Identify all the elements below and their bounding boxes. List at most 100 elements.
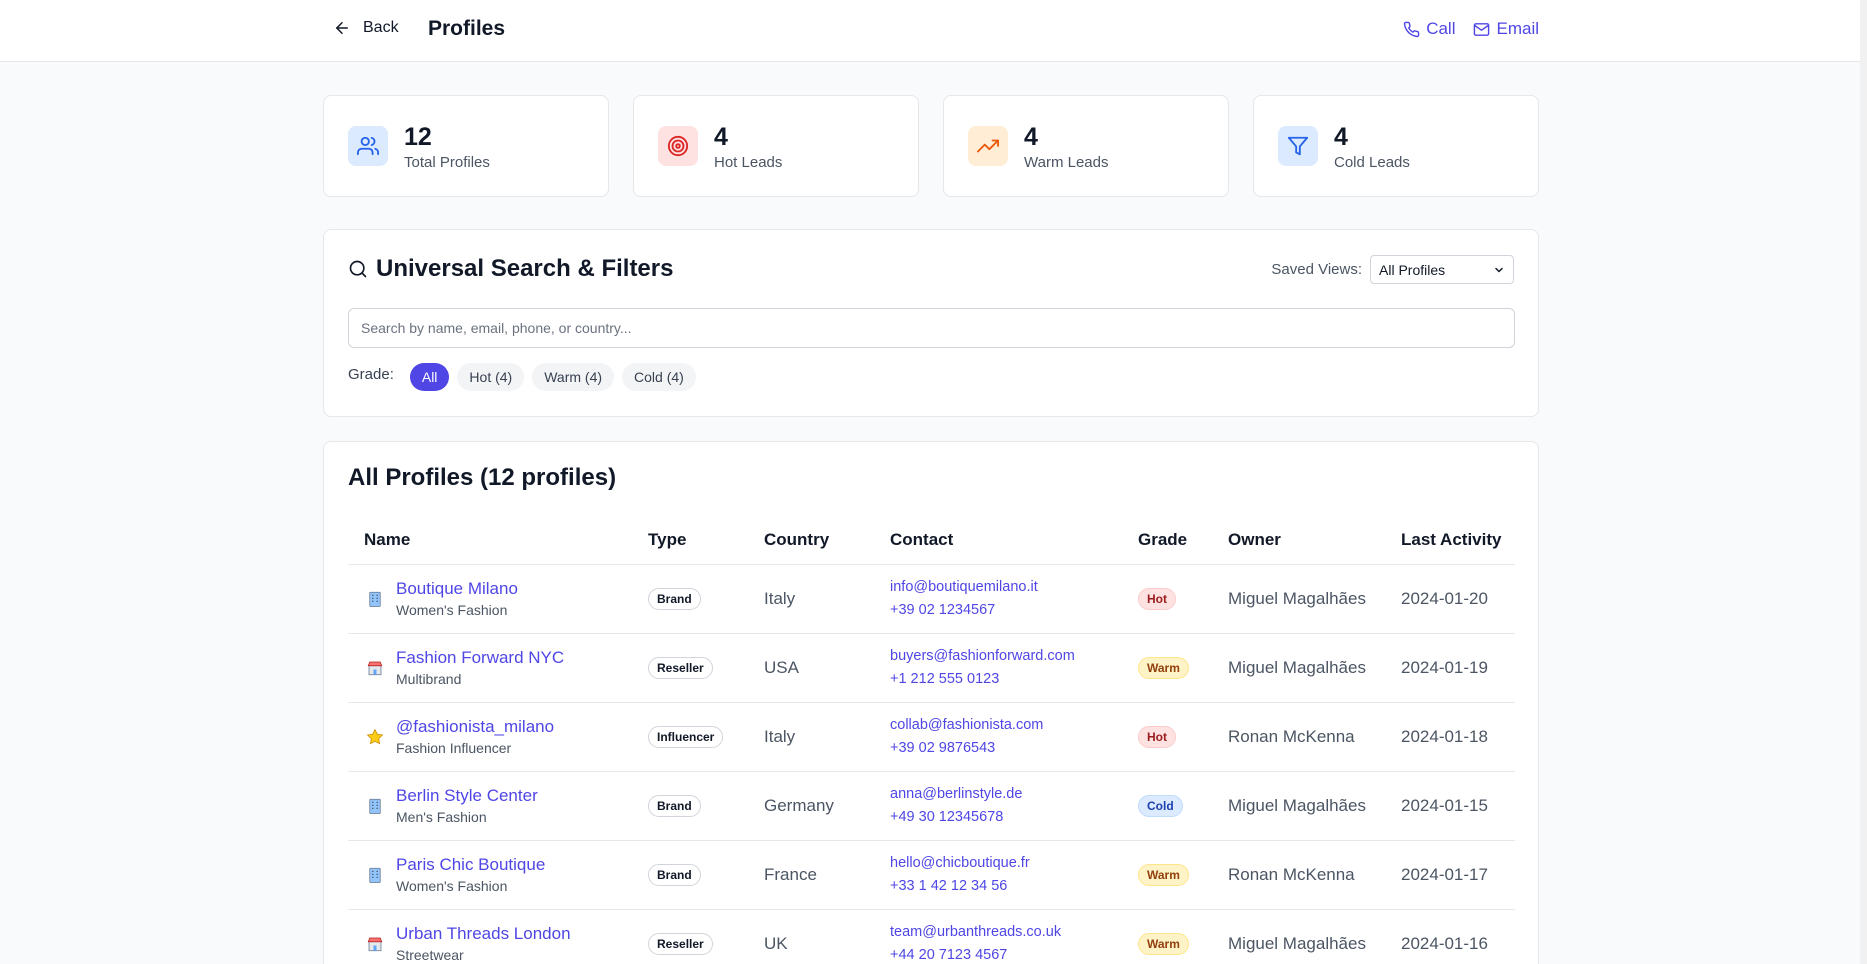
email-label: Email [1496, 19, 1539, 38]
contact-phone-link[interactable]: +39 02 9876543 [890, 737, 1122, 760]
table-row[interactable]: @fashionista_milano Fashion Influencer In… [348, 702, 1515, 772]
contact-email-link[interactable]: buyers@fashionforward.com [890, 645, 1122, 668]
owner-cell: Ronan McKenna [1212, 840, 1385, 910]
profile-category: Fashion Influencer [396, 739, 512, 756]
contact-phone-link[interactable]: +44 20 7123 4567 [890, 944, 1122, 964]
store-icon [364, 657, 386, 679]
saved-views-select[interactable]: All Profiles [1370, 255, 1514, 284]
contact-email-link[interactable]: hello@chicboutique.fr [890, 852, 1122, 875]
building-icon [364, 795, 386, 817]
profile-category: Women's Fashion [396, 601, 508, 618]
search-panel: Universal Search & Filters Saved Views: … [323, 229, 1539, 417]
call-label: Call [1426, 19, 1456, 38]
owner-cell: Miguel Magalhães [1212, 564, 1385, 634]
grade-filter-label: Grade: [348, 365, 394, 383]
table-row[interactable]: Paris Chic Boutique Women's Fashion Brand… [348, 840, 1515, 910]
column-header-owner[interactable]: Owner [1212, 516, 1385, 565]
column-header-country[interactable]: Country [748, 516, 874, 565]
mail-icon [1474, 22, 1490, 36]
type-badge: Reseller [648, 656, 713, 679]
search-panel-title: Universal Search & Filters [348, 255, 673, 283]
target-icon [667, 135, 689, 157]
profiles-table-panel: All Profiles (12 profiles) Name Type Cou… [323, 441, 1539, 964]
stat-value: 4 [1024, 122, 1038, 151]
profiles-table: Name Type Country Contact Grade Owner La… [348, 516, 1515, 964]
building-icon [364, 588, 386, 610]
stat-label: Hot Leads [714, 153, 783, 171]
building-icon [364, 864, 386, 886]
top-bar: Back Profiles Call Email [0, 0, 1867, 62]
table-header-row: Name Type Country Contact Grade Owner La… [348, 516, 1515, 565]
contact-phone-link[interactable]: +39 02 1234567 [890, 599, 1122, 622]
country-cell: UK [748, 909, 874, 964]
country-cell: Germany [748, 771, 874, 841]
profile-category: Men's Fashion [396, 808, 487, 825]
contact-phone-link[interactable]: +49 30 12345678 [890, 806, 1122, 829]
saved-views: Saved Views: All Profiles [1271, 255, 1514, 284]
country-cell: Italy [748, 702, 874, 772]
profile-name-link[interactable]: Boutique Milano [396, 578, 518, 600]
profile-name-link[interactable]: @fashionista_milano [396, 716, 554, 738]
page-scrollbar[interactable] [1860, 0, 1867, 964]
chevron-down-icon [1495, 267, 1503, 272]
saved-views-value: All Profiles [1379, 261, 1446, 278]
profile-name-link[interactable]: Berlin Style Center [396, 785, 538, 807]
table-row[interactable]: Boutique Milano Women's Fashion Brand Ita… [348, 564, 1515, 634]
column-header-last-activity[interactable]: Last Activity [1385, 516, 1515, 565]
stat-card-hot: 4 Hot Leads [633, 95, 919, 197]
email-button[interactable]: Email [1473, 19, 1539, 39]
column-header-name[interactable]: Name [348, 516, 632, 565]
saved-views-label: Saved Views: [1271, 261, 1362, 278]
last-activity-cell: 2024-01-18 [1385, 702, 1515, 772]
search-title-text: Universal Search & Filters [376, 255, 674, 282]
country-cell: Italy [748, 564, 874, 634]
column-header-contact[interactable]: Contact [874, 516, 1122, 565]
contact-email-link[interactable]: anna@berlinstyle.de [890, 783, 1122, 806]
users-icon [357, 136, 379, 156]
country-cell: USA [748, 633, 874, 703]
contact-email-link[interactable]: team@urbanthreads.co.uk [890, 921, 1122, 944]
last-activity-cell: 2024-01-17 [1385, 840, 1515, 910]
column-header-type[interactable]: Type [632, 516, 748, 565]
stat-label: Total Profiles [404, 153, 490, 171]
stat-value: 12 [404, 122, 432, 151]
grade-chip-warm[interactable]: Warm (4) [532, 363, 615, 391]
store-icon [364, 933, 386, 955]
grade-chip-cold[interactable]: Cold (4) [622, 363, 696, 391]
stat-icon-box [1278, 126, 1318, 166]
owner-cell: Miguel Magalhães [1212, 633, 1385, 703]
profile-category: Streetwear [396, 946, 464, 963]
table-row[interactable]: Berlin Style Center Men's Fashion Brand G… [348, 771, 1515, 841]
table-title: All Profiles (12 profiles) [348, 464, 617, 491]
grade-filter: Grade: All Hot (4) Warm (4) Cold (4) [348, 363, 696, 391]
stat-icon-box [658, 126, 698, 166]
grade-badge: Hot [1138, 587, 1176, 610]
type-badge: Influencer [648, 725, 724, 748]
owner-cell: Miguel Magalhães [1212, 771, 1385, 841]
column-header-grade[interactable]: Grade [1122, 516, 1212, 565]
table-row[interactable]: Urban Threads London Streetwear Reseller … [348, 909, 1515, 964]
type-badge: Brand [648, 794, 701, 817]
profile-name-link[interactable]: Paris Chic Boutique [396, 854, 545, 876]
contact-email-link[interactable]: collab@fashionista.com [890, 714, 1122, 737]
stat-card-total: 12 Total Profiles [323, 95, 609, 197]
type-badge: Brand [648, 587, 701, 610]
table-row[interactable]: Fashion Forward NYC Multibrand Reseller U… [348, 633, 1515, 703]
contact-email-link[interactable]: info@boutiquemilano.it [890, 576, 1122, 599]
grade-chip-hot[interactable]: Hot (4) [457, 363, 525, 391]
contact-phone-link[interactable]: +1 212 555 0123 [890, 668, 1122, 691]
star-icon [364, 726, 386, 748]
grade-chip-all[interactable]: All [409, 363, 450, 391]
search-input[interactable] [348, 308, 1515, 348]
contact-phone-link[interactable]: +33 1 42 12 34 56 [890, 875, 1122, 898]
stat-value: 4 [1334, 122, 1348, 151]
stat-icon-box [968, 126, 1008, 166]
type-badge: Brand [648, 863, 701, 886]
last-activity-cell: 2024-01-20 [1385, 564, 1515, 634]
call-button[interactable]: Call [1403, 19, 1455, 39]
phone-icon [1403, 21, 1420, 37]
profile-name-link[interactable]: Urban Threads London [396, 923, 571, 945]
back-button[interactable]: Back [333, 19, 399, 37]
profile-name-link[interactable]: Fashion Forward NYC [396, 647, 564, 669]
country-cell: France [748, 840, 874, 910]
